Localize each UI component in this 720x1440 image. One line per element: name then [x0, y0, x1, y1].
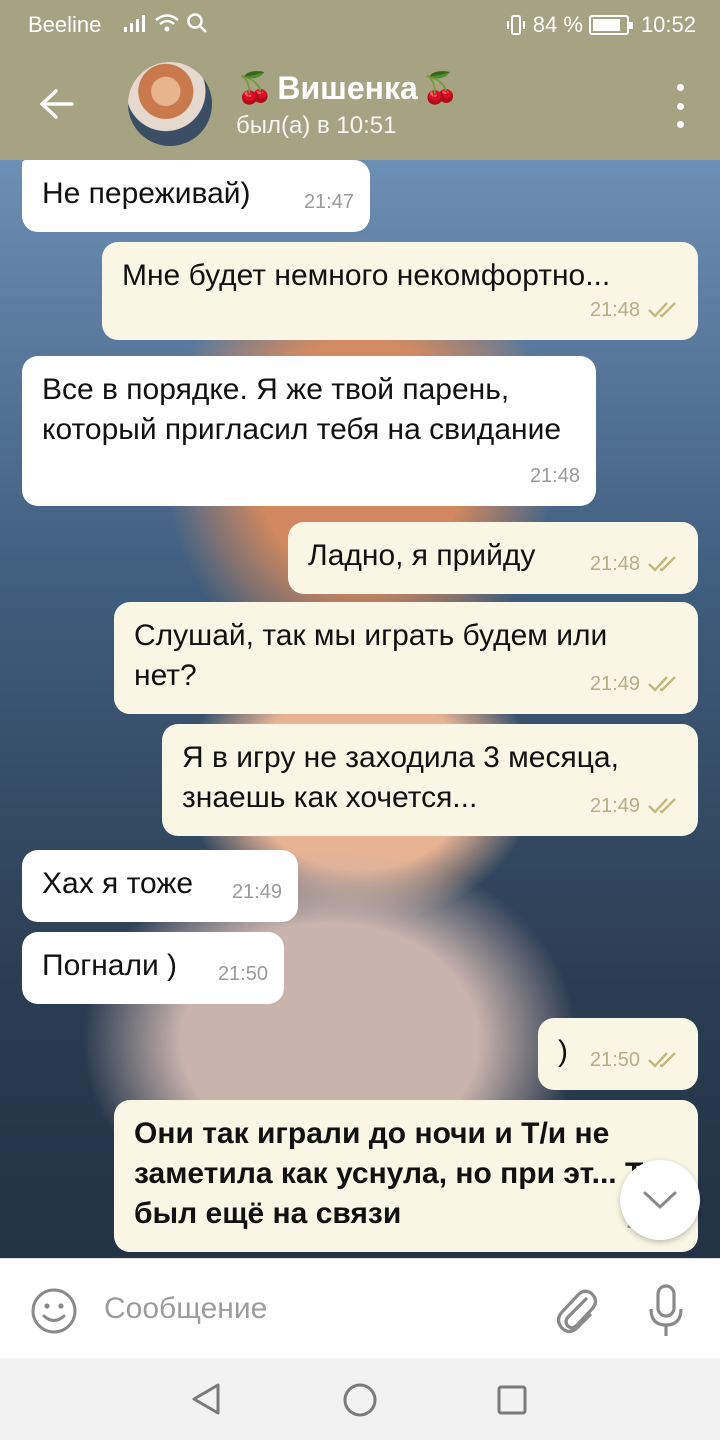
system-nav-bar	[0, 1358, 720, 1440]
message-time: 21:49	[589, 795, 640, 817]
double-check-icon	[648, 798, 676, 814]
wifi-icon	[155, 14, 179, 32]
message-bubble[interactable]: Я в игру не заходила 3 месяца, знаешь ка…	[162, 724, 698, 836]
battery-fill	[592, 19, 620, 31]
attach-icon[interactable]	[552, 1285, 600, 1337]
message-text: Они так играли до ночи и Т/и не заметила…	[134, 1117, 660, 1230]
battery-icon	[588, 15, 633, 35]
message-meta: 21:49	[590, 664, 682, 704]
message-meta: 21:48	[590, 290, 682, 330]
message-bubble[interactable]: Все в порядке. Я же твой парень, который…	[22, 356, 596, 506]
chat-area[interactable]: Не переживай) 21:47 Мне будет немного не…	[0, 160, 720, 1258]
search-icon	[187, 13, 207, 33]
carrier-name: Beeline	[28, 12, 102, 37]
back-arrow-icon	[40, 89, 74, 119]
message-text: Все в порядке. Я же твой парень, который…	[42, 373, 562, 446]
chat-title[interactable]: 🍒 Вишенка 🍒	[236, 70, 459, 107]
message-text: Ладно, я прийду	[308, 539, 536, 572]
cherry-icon: 🍒	[421, 72, 460, 105]
vibrate-icon	[506, 15, 525, 35]
message-bubble[interactable]: Погнали ) 21:50	[22, 932, 284, 1004]
message-composer	[0, 1258, 720, 1358]
message-bubble[interactable]: Мне будет немного некомфортно... 21:48	[102, 242, 698, 340]
double-check-icon	[648, 302, 676, 318]
message-bubble[interactable]: Не переживай) 21:47	[22, 160, 370, 232]
status-right: 84 % 10:52	[505, 12, 696, 38]
message-bubble[interactable]: Ладно, я прийду 21:48	[288, 522, 698, 594]
message-bubble[interactable]: Слушай, так мы играть будем или нет? 21:…	[114, 602, 698, 714]
clock: 10:52	[640, 12, 696, 37]
message-time: 21:49	[589, 673, 640, 695]
message-meta: 21:50	[590, 1040, 682, 1080]
message-meta: 21:49	[590, 786, 682, 826]
nav-home-icon[interactable]	[342, 1382, 378, 1418]
mic-icon[interactable]	[646, 1283, 686, 1339]
message-meta: 21:48	[590, 544, 682, 584]
message-time: 21:48	[529, 465, 580, 487]
double-check-icon	[648, 676, 676, 692]
chevron-down-icon	[643, 1191, 677, 1210]
scroll-down-button[interactable]	[620, 1160, 700, 1240]
message-time: 21:50	[589, 1049, 640, 1071]
nav-recent-icon[interactable]	[496, 1384, 528, 1416]
battery-percent: 84 %	[532, 12, 583, 37]
emoji-icon[interactable]	[30, 1287, 78, 1335]
message-text: )	[558, 1035, 568, 1068]
chat-header: 🍒 Вишенка 🍒 был(а) в 10:51	[0, 48, 720, 160]
contact-name: Вишенка	[277, 70, 418, 106]
message-bubble[interactable]: Хах я тоже 21:49	[22, 850, 298, 922]
message-bubble[interactable]: Они так играли до ночи и Т/и не заметила…	[114, 1100, 698, 1252]
more-vert-icon[interactable]	[670, 84, 690, 128]
message-time: 21:48	[589, 553, 640, 575]
double-check-icon	[648, 1052, 676, 1068]
message-bubble[interactable]: ) 21:50	[538, 1018, 698, 1090]
status-bar: Beeline 84 % 10:52	[0, 0, 720, 48]
nav-back-icon[interactable]	[190, 1382, 222, 1416]
double-check-icon	[648, 556, 676, 572]
message-time: 21:49	[231, 881, 282, 903]
message-input[interactable]	[104, 1285, 524, 1333]
message-time: 21:48	[589, 299, 640, 321]
message-text: Погнали )	[42, 949, 178, 982]
signal-icon	[124, 15, 145, 32]
signal-group	[122, 12, 208, 34]
message-text: Хах я тоже	[42, 867, 194, 900]
avatar[interactable]	[128, 62, 212, 146]
message-time: 21:47	[303, 191, 354, 213]
back-button[interactable]	[30, 78, 82, 130]
last-seen: был(а) в 10:51	[236, 112, 397, 139]
message-text: Не переживай)	[42, 177, 251, 210]
cherry-icon: 🍒	[236, 72, 274, 105]
message-time: 21:50	[217, 963, 268, 985]
